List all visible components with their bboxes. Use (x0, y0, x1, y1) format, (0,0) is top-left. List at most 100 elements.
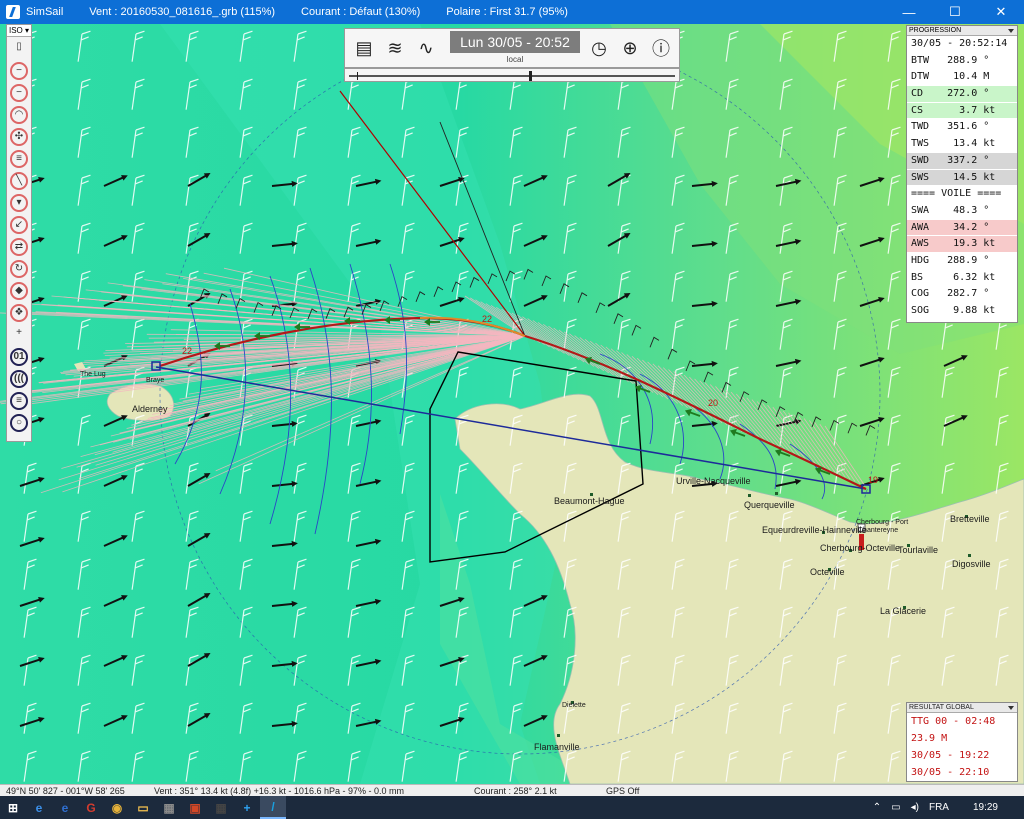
globe-icon: ⊕ (622, 37, 638, 58)
chrome-taskbar-button[interactable]: ◉ (104, 796, 130, 819)
progression-row: COG 282.7 ° (907, 286, 1017, 303)
time-slider[interactable] (344, 68, 680, 82)
label-chantereyne: Chantereyne (858, 527, 899, 534)
ie-taskbar-button[interactable]: e (52, 796, 78, 819)
label-urville: Urville-Nacqueville (676, 476, 751, 486)
progression-row: CD 272.0 ° (907, 86, 1017, 103)
simsail-app-icon (6, 5, 20, 19)
palette-tool-button[interactable]: ❖ (8, 303, 30, 323)
label-octeville: Octeville (810, 567, 845, 577)
volume-icon[interactable]: ◂) (911, 802, 919, 813)
progression-row: AWS 19.3 kt (907, 236, 1017, 253)
minimize-button[interactable]: — (886, 0, 932, 24)
explorer-taskbar-button[interactable]: ▭ (130, 796, 156, 819)
clipboard-icon: ▤ (355, 37, 373, 58)
signal-tool-button[interactable]: ((( (8, 369, 30, 389)
label-dielette: Diélette (562, 702, 586, 709)
pencil-tool-button[interactable]: ╲ (8, 171, 30, 191)
isochrone-number: 20 (708, 398, 719, 408)
progression-row: ==== VOILE ==== (907, 186, 1017, 203)
simsail-taskbar-button[interactable]: / (260, 796, 286, 819)
language-indicator[interactable]: FRA (929, 802, 949, 813)
plus-app-taskbar-button[interactable]: + (234, 796, 260, 819)
calculator-icon: ▦ (215, 800, 227, 815)
wind-icon: ≋ (387, 37, 403, 58)
progression-panel: PROGRESSION 30/05 - 20:52:14 BTW 288.9 °… (906, 25, 1018, 323)
diamond-tool-button[interactable]: ◆ (8, 281, 30, 301)
edge-icon: e (35, 800, 43, 815)
arrow-diagonal-tool-button[interactable]: ↙ (8, 215, 30, 235)
result-distance: 23.9 M (911, 733, 948, 744)
presentation-taskbar-button[interactable]: ▣ (182, 796, 208, 819)
left-toolbar: ISO ▾ ▯ − − ◠ ✣ ≡ ╲ ▾ ↙ ⇄ ↻ ◆ ❖ +01 (((≡ ○ (6, 24, 32, 442)
minus-tool-button[interactable]: − (8, 83, 30, 103)
progression-header[interactable]: PROGRESSION (907, 26, 1017, 36)
diamond-icon: ◆ (10, 282, 28, 300)
phone-tool-button[interactable]: ▯ (8, 39, 30, 59)
clock-button[interactable]: ◷ (586, 34, 612, 62)
app-red-taskbar-button[interactable]: G (78, 796, 104, 819)
ellipse-tool-button[interactable]: ○ (8, 413, 30, 433)
pencil-icon: ╲ (10, 172, 28, 190)
iso-mode-select[interactable]: ISO ▾ (7, 25, 31, 37)
tray-up-icon[interactable]: ⌃ (873, 802, 881, 813)
label-equeurdreville: Equeurdreville-Hainneville (762, 525, 867, 535)
results-panel: RESULTAT GLOBAL TTG 00 - 02:48 23.9 M 30… (906, 702, 1018, 782)
signal-icon: ((( (10, 370, 28, 388)
clock-display[interactable]: 19:29 (973, 802, 998, 813)
arrow-diagonal-icon: ↙ (10, 216, 28, 234)
label-beaumont-hague: Beaumont-Hague (554, 496, 625, 506)
edge-taskbar-button[interactable]: e (26, 796, 52, 819)
calculator-taskbar-button[interactable]: ▦ (208, 796, 234, 819)
zero-one-tool-button[interactable]: 01 (8, 347, 30, 367)
wind-button[interactable]: ≋ (382, 34, 408, 62)
info-button[interactable]: ⓘ (648, 34, 674, 62)
progression-row: BTW 288.9 ° (907, 53, 1017, 70)
chevron-down-icon: ▾ (25, 26, 30, 35)
photos-icon: ▦ (163, 800, 175, 815)
fan-tool-button[interactable]: ✣ (8, 127, 30, 147)
waves-button[interactable]: ∿ (413, 34, 439, 62)
progression-row: TWS 13.4 kt (907, 136, 1017, 153)
label-tourlaville: Tourlaville (898, 545, 939, 555)
close-button[interactable]: ✕ (978, 0, 1024, 24)
photos-taskbar-button[interactable]: ▦ (156, 796, 182, 819)
current-label: Courant : Défaut (130%) (301, 6, 421, 18)
label-braye: Braye (146, 377, 165, 384)
taskbar: ⊞ e e G ◉ ▭ ▦ ▣ ▦ + / ⌃ ▭ ◂) FRA 19:29 (0, 796, 1024, 819)
label-alderney: Alderney (132, 404, 168, 414)
phone-icon: ▯ (16, 41, 22, 52)
stripes-tool-button[interactable]: ≡ (8, 391, 30, 411)
windsock-icon: ≡ (10, 150, 28, 168)
label-digosville: Digosville (952, 559, 991, 569)
label-cherbourg: Cherbourg-Octeville (820, 543, 901, 553)
clipboard-button[interactable]: ▤ (351, 34, 377, 62)
progression-row: AWA 34.2 ° (907, 219, 1017, 237)
result-ttg: TTG 00 - 02:48 (911, 716, 996, 727)
stop-tool-button[interactable]: − (8, 61, 30, 81)
recycle-tool-button[interactable]: ↻ (8, 259, 30, 279)
label-la-glacerie: La Glacerie (880, 606, 927, 616)
maximize-button[interactable]: ☐ (932, 0, 978, 24)
title-bar: SimSail Vent : 20160530_081616_.grb (115… (0, 0, 1024, 24)
ellipse-icon: ○ (10, 414, 28, 432)
top-toolbar: ▤ ≋ ∿ Lun 30/05 - 20:52 local ◷ ⊕ ⓘ (344, 28, 680, 68)
simsail-icon: / (271, 799, 275, 814)
windows-start-taskbar-button[interactable]: ⊞ (0, 796, 26, 819)
chart-map[interactable]: Alderney The Lug Braye Beaumont-Hague Urvill… (0, 24, 1024, 784)
slider-thumb[interactable] (529, 71, 532, 81)
results-header[interactable]: RESULTAT GLOBAL (907, 703, 1017, 713)
network-icon[interactable]: ▭ (891, 802, 900, 813)
globe-button[interactable]: ⊕ (617, 34, 643, 62)
plus-tool-button[interactable]: + (8, 325, 30, 345)
refresh-tool-button[interactable]: ⇄ (8, 237, 30, 257)
result-arrival: 30/05 - 22:10 (911, 767, 990, 778)
date-display[interactable]: Lun 30/05 - 20:52 (450, 31, 580, 53)
date-block: Lun 30/05 - 20:52 local (450, 31, 580, 65)
speedometer-tool-button[interactable]: ◠ (8, 105, 30, 125)
cup-tool-button[interactable]: ▾ (8, 193, 30, 213)
refresh-icon: ⇄ (10, 238, 28, 256)
windsock-tool-button[interactable]: ≡ (8, 149, 30, 169)
app-window: SimSail Vent : 20160530_081616_.grb (115… (0, 0, 1024, 819)
stripes-icon: ≡ (10, 392, 28, 410)
